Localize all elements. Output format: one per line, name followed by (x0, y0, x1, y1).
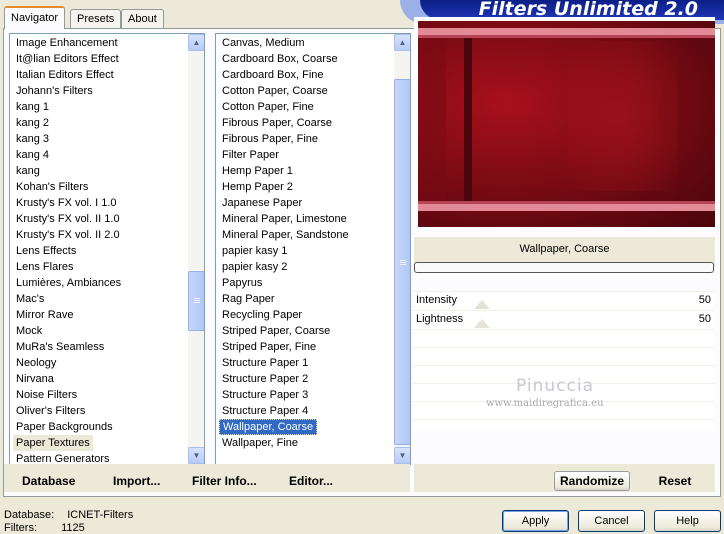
watermark-url: www.maidiregrafica.eu (486, 398, 604, 409)
status-filters-label: Filters: (4, 522, 37, 534)
slider-thumb[interactable] (474, 319, 490, 328)
slider-thumb[interactable] (474, 300, 490, 309)
toolbar: Database Import... Filter Info... Editor… (4, 464, 410, 492)
list-item[interactable]: Cardboard Box, Fine (219, 67, 327, 83)
reset-button[interactable]: Reset (640, 471, 710, 491)
list-item[interactable]: Mineral Paper, Limestone (219, 211, 350, 227)
scroll-up-icon[interactable]: ▲ (188, 34, 204, 51)
list-item[interactable]: Structure Paper 1 (219, 355, 311, 371)
database-button[interactable]: Database (22, 474, 75, 488)
list-item[interactable]: Papyrus (219, 275, 265, 291)
editor-button[interactable]: Editor... (289, 474, 333, 488)
scroll-down-icon[interactable]: ▼ (188, 447, 204, 464)
list-item[interactable]: Structure Paper 2 (219, 371, 311, 387)
list-item[interactable]: Hemp Paper 1 (219, 163, 296, 179)
list-item[interactable]: Cotton Paper, Coarse (219, 83, 331, 99)
preview-frame (414, 17, 715, 227)
list-item[interactable]: Hemp Paper 2 (219, 179, 296, 195)
list-item[interactable]: Image Enhancement (13, 35, 121, 51)
list-item[interactable]: Krusty's FX vol. II 1.0 (13, 211, 123, 227)
list-item[interactable]: Paper Textures (13, 435, 93, 451)
list-item[interactable]: Striped Paper, Fine (219, 339, 319, 355)
status-database: Database: ICNET-Filters (4, 509, 133, 521)
list-item[interactable]: Mirror Rave (13, 307, 76, 323)
filter-scroll-thumb[interactable] (394, 79, 410, 445)
list-item[interactable]: Striped Paper, Coarse (219, 323, 333, 339)
list-item[interactable]: kang 3 (13, 131, 52, 147)
category-scroll-thumb[interactable] (188, 271, 204, 331)
list-item[interactable]: Japanese Paper (219, 195, 305, 211)
list-item[interactable]: Krusty's FX vol. I 1.0 (13, 195, 120, 211)
status-filters: Filters: 1125 (4, 522, 85, 534)
category-scrollbar[interactable]: ▲ ▼ (188, 34, 204, 464)
list-item[interactable]: Filter Paper (219, 147, 282, 163)
slider-label: Lightness (416, 313, 464, 325)
randomize-button[interactable]: Randomize (554, 471, 630, 491)
status-database-value: ICNET-Filters (67, 509, 134, 521)
tab-navigator[interactable]: Navigator (4, 6, 66, 29)
list-item[interactable]: Lumières, Ambiances (13, 275, 124, 291)
tab-presets[interactable]: Presets (70, 9, 122, 28)
list-item[interactable]: kang 1 (13, 99, 52, 115)
list-item[interactable]: Wallpaper, Fine (219, 435, 301, 451)
list-item[interactable]: Canvas, Medium (219, 35, 308, 51)
filter-list[interactable]: Canvas, Medium Cardboard Box, Coarse Cardb… (215, 33, 411, 465)
list-item[interactable]: Mock (13, 323, 45, 339)
slider-panel: Intensity 50 Lightness 50 (414, 291, 715, 431)
scroll-down-icon[interactable]: ▼ (394, 447, 410, 464)
list-item[interactable]: Cardboard Box, Coarse (219, 51, 341, 67)
list-item[interactable]: Fibrous Paper, Fine (219, 131, 321, 147)
list-item[interactable]: kang (13, 163, 43, 179)
slider-intensity[interactable]: Intensity 50 (414, 292, 715, 310)
category-list[interactable]: Image Enhancement It@lian Editors Effect I… (9, 33, 205, 465)
list-item[interactable]: papier kasy 2 (219, 259, 290, 275)
list-item[interactable]: Kohan's Filters (13, 179, 91, 195)
tab-about[interactable]: About (121, 9, 164, 28)
help-button[interactable]: Help (654, 510, 721, 532)
watermark-title: Pinuccia (516, 376, 594, 396)
import-button[interactable]: Import... (113, 474, 160, 488)
slider-label: Intensity (416, 294, 457, 306)
progress-bar (414, 262, 714, 273)
list-item[interactable]: Italian Editors Effect (13, 67, 117, 83)
list-item[interactable]: It@lian Editors Effect (13, 51, 122, 67)
list-item[interactable]: Rag Paper (219, 291, 278, 307)
list-item[interactable]: Johann's Filters (13, 83, 96, 99)
scroll-up-icon[interactable]: ▲ (394, 34, 410, 51)
list-item[interactable]: Oliver's Filters (13, 403, 88, 419)
list-item[interactable]: Mac's (13, 291, 47, 307)
list-item[interactable]: Paper Backgrounds (13, 419, 116, 435)
slider-value: 50 (698, 313, 711, 325)
list-item[interactable]: Mineral Paper, Sandstone (219, 227, 352, 243)
list-item[interactable]: Neology (13, 355, 59, 371)
list-item[interactable]: Lens Effects (13, 243, 79, 259)
list-item[interactable]: Structure Paper 4 (219, 403, 311, 419)
list-item[interactable]: Krusty's FX vol. II 2.0 (13, 227, 123, 243)
list-item[interactable]: kang 2 (13, 115, 52, 131)
list-item[interactable]: Nirvana (13, 371, 57, 387)
list-item[interactable]: Lens Flares (13, 259, 76, 275)
list-item[interactable]: Fibrous Paper, Coarse (219, 115, 335, 131)
filter-info-button[interactable]: Filter Info... (192, 474, 257, 488)
filter-scrollbar[interactable]: ▲ ▼ (394, 34, 410, 464)
preview-image (418, 21, 715, 227)
slider-lightness[interactable]: Lightness 50 (414, 311, 715, 329)
status-database-label: Database: (4, 509, 55, 521)
filter-name: Wallpaper, Coarse (519, 243, 610, 255)
list-item[interactable]: papier kasy 1 (219, 243, 290, 259)
list-item[interactable]: Cotton Paper, Fine (219, 99, 317, 115)
list-item[interactable]: Pattern Generators (13, 451, 113, 464)
list-item[interactable]: Recycling Paper (219, 307, 305, 323)
list-item[interactable]: kang 4 (13, 147, 52, 163)
slider-value: 50 (698, 294, 711, 306)
list-item[interactable]: Structure Paper 3 (219, 387, 311, 403)
list-item[interactable]: Noise Filters (13, 387, 80, 403)
cancel-button[interactable]: Cancel (578, 510, 645, 532)
status-filters-value: 1125 (61, 522, 85, 534)
list-item[interactable]: Wallpaper, Coarse (219, 419, 318, 435)
apply-button[interactable]: Apply (502, 510, 569, 532)
list-item[interactable]: MuRa's Seamless (13, 339, 107, 355)
